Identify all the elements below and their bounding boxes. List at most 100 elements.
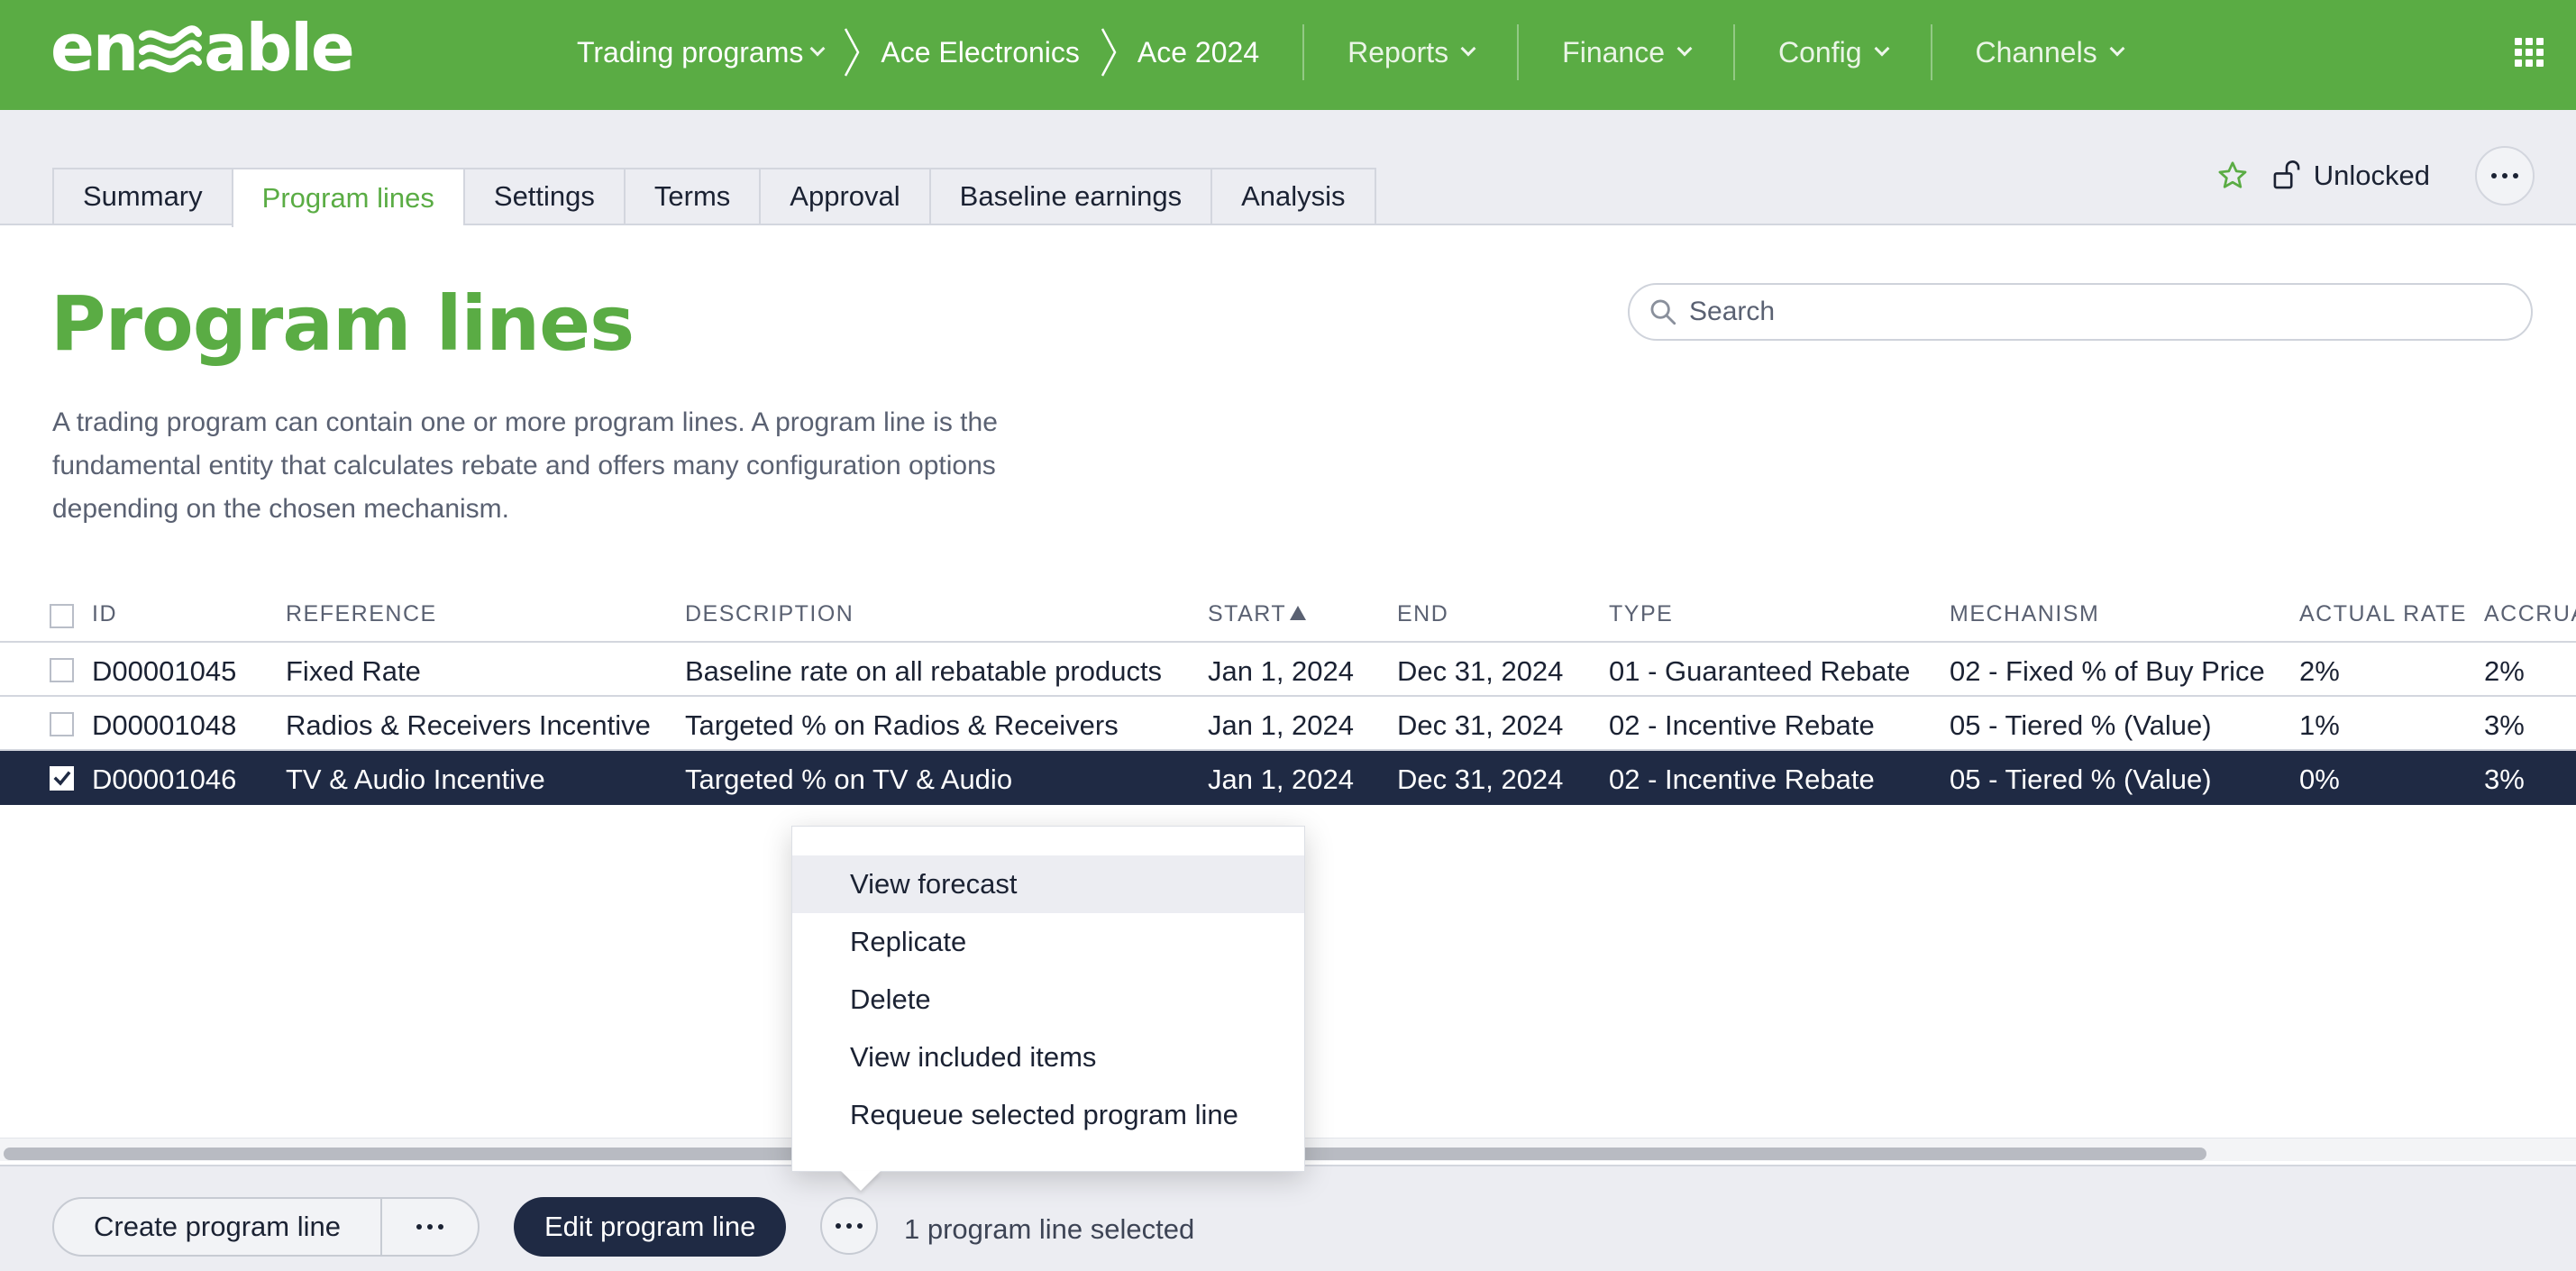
column-header-start[interactable]: START [1208, 601, 1307, 627]
star-icon[interactable] [2216, 160, 2249, 192]
page-actions: Unlocked [2216, 146, 2535, 206]
cell-actual-rate: 1% [2299, 709, 2340, 741]
cell-type: 02 - Incentive Rebate [1609, 764, 1875, 795]
row-actions-menu: View forecast Replicate Delete View incl… [791, 826, 1305, 1191]
menu-item-view-included-items[interactable]: View included items [792, 1029, 1304, 1086]
create-more-options-button[interactable] [379, 1199, 478, 1255]
selection-count: 1 program line selected [904, 1213, 1195, 1245]
ellipsis-dot [836, 1223, 841, 1229]
cell-start: Jan 1, 2024 [1208, 709, 1355, 741]
tab-program-lines[interactable]: Program lines [231, 168, 463, 227]
menu-item-requeue[interactable]: Requeue selected program line [792, 1086, 1304, 1144]
nav-config-label: Config [1778, 35, 1862, 69]
cell-description: Targeted % on Radios & Receivers [685, 709, 1119, 741]
ellipsis-dot [2491, 173, 2497, 178]
cell-type: 02 - Incentive Rebate [1609, 709, 1875, 741]
nav-finance[interactable]: Finance [1562, 35, 1693, 69]
page-more-actions-button[interactable] [2475, 146, 2535, 206]
nav-divider [1517, 24, 1520, 80]
column-header-accrual[interactable]: ACCRUA [2484, 601, 2576, 627]
top-navigation-bar: en able Trading programs Ace Electronics… [0, 0, 2576, 110]
cell-mechanism: 02 - Fixed % of Buy Price [1950, 655, 2265, 687]
nav-channels[interactable]: Channels [1976, 36, 2125, 69]
select-all-checkbox[interactable] [50, 604, 74, 628]
search-input[interactable] [1689, 297, 2500, 327]
table-row[interactable]: D00001048 Radios & Receivers Incentive T… [0, 697, 2576, 751]
tab-settings[interactable]: Settings [462, 168, 624, 225]
chevron-down-icon [2109, 41, 2125, 57]
column-header-mechanism[interactable]: MECHANISM [1950, 601, 2099, 627]
program-lines-table: ID REFERENCE DESCRIPTION START END TYPE … [0, 590, 2576, 805]
breadcrumb-separator-icon [1091, 25, 1127, 79]
sort-ascending-icon [1290, 606, 1307, 620]
breadcrumb-program[interactable]: Ace 2024 [1137, 36, 1259, 69]
nav-divider [1930, 24, 1932, 80]
chevron-down-icon [809, 41, 826, 57]
breadcrumb-trading-programs[interactable]: Trading programs [577, 36, 826, 69]
column-header-actual-rate[interactable]: ACTUAL RATE [2299, 601, 2467, 627]
tab-approval[interactable]: Approval [759, 168, 929, 225]
tab-summary[interactable]: Summary [52, 168, 232, 225]
cell-reference: Radios & Receivers Incentive [286, 709, 651, 741]
row-checkbox-checked[interactable] [50, 766, 74, 791]
cell-actual-rate: 2% [2299, 655, 2340, 687]
breadcrumb-separator-icon [834, 25, 870, 79]
cell-start: Jan 1, 2024 [1208, 655, 1355, 687]
menu-item-replicate[interactable]: Replicate [792, 913, 1304, 971]
cell-id: D00001046 [92, 764, 237, 795]
menu-item-delete[interactable]: Delete [792, 971, 1304, 1029]
cell-accrual: 2% [2484, 655, 2525, 687]
checkmark-icon [53, 771, 71, 786]
chevron-down-icon [1676, 41, 1693, 57]
search-box[interactable] [1628, 283, 2533, 341]
nav-reports[interactable]: Reports [1347, 35, 1476, 69]
cell-end: Dec 31, 2024 [1397, 764, 1564, 795]
logo-wave-mark [139, 25, 203, 73]
app-grid-icon[interactable] [2515, 38, 2544, 67]
lock-status-label[interactable]: Unlocked [2314, 160, 2430, 192]
nav-config[interactable]: Config [1778, 35, 1889, 69]
table-row[interactable]: D00001045 Fixed Rate Baseline rate on al… [0, 643, 2576, 697]
tab-analysis[interactable]: Analysis [1210, 168, 1376, 225]
column-header-type[interactable]: TYPE [1609, 601, 1673, 627]
cell-accrual: 3% [2484, 764, 2525, 795]
column-header-id[interactable]: ID [92, 601, 117, 627]
tab-list: Summary Program lines Settings Terms App… [52, 168, 1376, 227]
nav-finance-label: Finance [1562, 35, 1665, 69]
unlock-icon [2273, 160, 2300, 189]
nav-divider [1733, 24, 1735, 80]
breadcrumb: Trading programs Ace Electronics Ace 202… [577, 24, 2125, 80]
chevron-down-icon [1874, 41, 1889, 57]
cell-reference: Fixed Rate [286, 655, 421, 687]
menu-item-view-forecast[interactable]: View forecast [792, 855, 1304, 913]
menu-pointer [841, 1171, 881, 1191]
chevron-down-icon [1460, 41, 1476, 57]
column-header-end[interactable]: END [1397, 601, 1448, 627]
tab-terms[interactable]: Terms [623, 168, 760, 225]
column-header-reference[interactable]: REFERENCE [286, 601, 437, 627]
row-checkbox[interactable] [50, 712, 74, 736]
ellipsis-dot [426, 1224, 433, 1230]
cell-id: D00001048 [92, 709, 237, 741]
nav-divider [1302, 24, 1305, 80]
cell-accrual: 3% [2484, 709, 2525, 741]
tab-baseline-earnings[interactable]: Baseline earnings [928, 168, 1211, 225]
ellipsis-dot [437, 1224, 443, 1230]
cell-mechanism: 05 - Tiered % (Value) [1950, 709, 2212, 741]
enable-logo[interactable]: en able [50, 15, 355, 80]
ellipsis-dot [846, 1223, 852, 1229]
cell-mechanism: 05 - Tiered % (Value) [1950, 764, 2212, 795]
breadcrumb-company[interactable]: Ace Electronics [881, 36, 1080, 69]
table-header: ID REFERENCE DESCRIPTION START END TYPE … [0, 590, 2576, 643]
create-program-line-button[interactable]: Create program line [54, 1199, 380, 1255]
edit-program-line-button[interactable]: Edit program line [514, 1197, 787, 1257]
table-row-selected[interactable]: D00001046 TV & Audio Incentive Targeted … [0, 751, 2576, 805]
ellipsis-dot [2513, 173, 2518, 178]
column-header-description[interactable]: DESCRIPTION [685, 601, 854, 627]
nav-reports-label: Reports [1347, 35, 1449, 69]
column-header-start-label: START [1208, 601, 1287, 626]
row-checkbox[interactable] [50, 658, 74, 682]
selection-more-actions-button[interactable] [820, 1197, 878, 1255]
cell-id: D00001045 [92, 655, 237, 687]
ellipsis-dot [416, 1224, 422, 1230]
